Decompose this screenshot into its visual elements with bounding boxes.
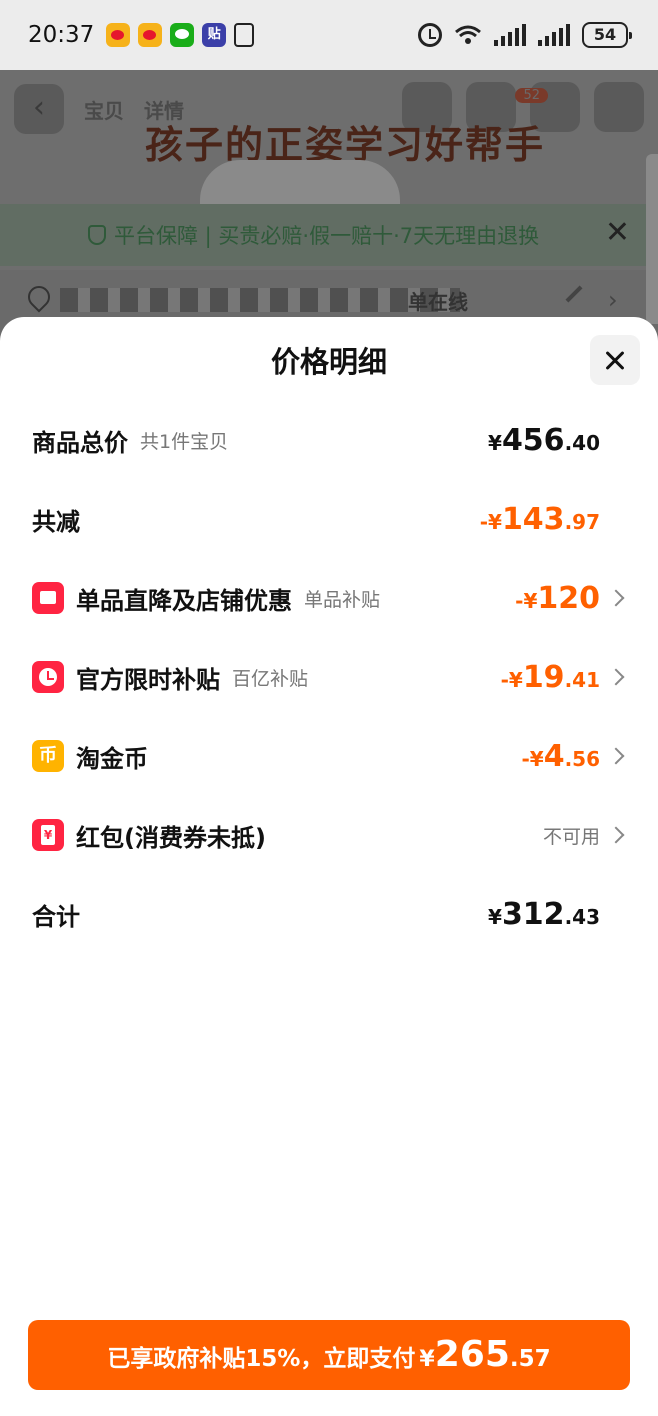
wechat-icon — [170, 23, 195, 47]
sheet-title: 价格明细 — [270, 345, 387, 379]
clock-icon — [32, 661, 64, 693]
status-right: 54 — [418, 0, 632, 70]
red-packet-status: 不可用 — [542, 825, 600, 848]
chevron-right-icon — [607, 668, 625, 686]
shop-discount-amount: -¥120 — [515, 580, 600, 616]
back-icon: ‹ — [14, 84, 64, 134]
coin-label: 淘金币 — [76, 744, 148, 773]
pay-amount-dec: .57 — [509, 1346, 551, 1372]
pay-amount-int: 265 — [434, 1334, 510, 1375]
location-icon — [23, 281, 55, 313]
chevron-right-icon — [607, 589, 625, 607]
close-icon: ✕ — [604, 215, 630, 250]
sum-label: 合计 — [32, 902, 80, 931]
cart-badge: 52 — [515, 88, 548, 103]
status-time: 20:37 — [28, 22, 95, 48]
notification-icons: 贴 — [106, 23, 255, 47]
background-product-page: ‹ 宝贝 详情 52 孩子的正姿学习好帮手 平台保障 | 买贵必赔·假一赔十·7… — [0, 70, 658, 330]
shop-discount-sub: 单品补贴 — [304, 588, 381, 611]
close-button[interactable] — [590, 335, 640, 385]
shop-discount-label: 单品直降及店铺优惠 — [76, 586, 292, 615]
chevron-right-icon — [607, 747, 625, 765]
signal-icon — [538, 24, 570, 46]
chevron-right-icon: › — [608, 286, 618, 314]
shop-discount-row[interactable]: 单品直降及店铺优惠 单品补贴 -¥120 — [32, 573, 625, 623]
red-packet-row[interactable]: 红包(消费券未抵) 不可用 — [32, 810, 625, 860]
side-handle — [646, 154, 658, 324]
signal-icon — [494, 24, 526, 46]
sum-row: 合计 ¥312.43 — [32, 889, 622, 939]
address-tail: 单在线 — [408, 290, 468, 314]
tie-icon: 贴 — [202, 23, 227, 47]
official-subsidy-sub: 百亿补贴 — [232, 667, 309, 690]
alarm-icon — [418, 23, 442, 47]
pay-currency: ¥ — [419, 1347, 435, 1372]
coin-icon: 币 — [32, 740, 64, 772]
total-price-amount: ¥456.40 — [488, 422, 600, 458]
official-subsidy-amount: -¥19.41 — [500, 659, 600, 695]
pay-button-label: 已享政府补贴15%，立即支付 — [107, 1346, 416, 1372]
wifi-icon — [454, 24, 482, 46]
tab-item: 宝贝 — [84, 98, 124, 123]
guarantee-bar: 平台保障 | 买贵必赔·假一赔十·7天无理由退换 — [0, 204, 658, 266]
sum-amount: ¥312.43 — [488, 896, 600, 932]
item-count: 共1件宝贝 — [140, 430, 229, 453]
nfc-icon — [234, 23, 255, 47]
guarantee-text: 平台保障 | 买贵必赔·假一赔十·7天无理由退换 — [114, 224, 540, 248]
official-subsidy-label: 官方限时补贴 — [76, 665, 220, 694]
coin-amount: -¥4.56 — [521, 738, 600, 774]
discount-total-amount: -¥143.97 — [479, 501, 600, 537]
battery-icon: 54 — [582, 22, 632, 48]
pay-button[interactable]: 已享政府补贴15%，立即支付 ¥ 265 .57 — [28, 1320, 630, 1390]
chevron-right-icon — [607, 826, 625, 844]
shield-icon — [88, 225, 106, 245]
discount-total-label: 共减 — [32, 507, 80, 536]
weibo-icon — [138, 23, 163, 47]
total-price-row: 商品总价 共1件宝贝 ¥456.40 — [32, 415, 622, 465]
shop-icon — [32, 582, 64, 614]
discount-total-row: 共减 -¥143.97 — [32, 494, 622, 544]
blurred-address — [60, 288, 460, 312]
price-detail-sheet: 价格明细 商品总价 共1件宝贝 ¥456.40 共减 -¥143.97 单品直降… — [0, 317, 658, 1416]
coin-row[interactable]: 币 淘金币 -¥4.56 — [32, 731, 625, 781]
weibo-icon — [106, 23, 131, 47]
total-price-label: 商品总价 — [32, 428, 128, 457]
red-packet-label: 红包(消费券未抵) — [76, 823, 266, 852]
status-bar: 20:37 贴 54 — [0, 0, 658, 70]
edit-icon — [565, 285, 583, 303]
red-packet-icon — [32, 819, 64, 851]
official-subsidy-row[interactable]: 官方限时补贴 百亿补贴 -¥19.41 — [32, 652, 625, 702]
more-icon — [594, 82, 644, 132]
